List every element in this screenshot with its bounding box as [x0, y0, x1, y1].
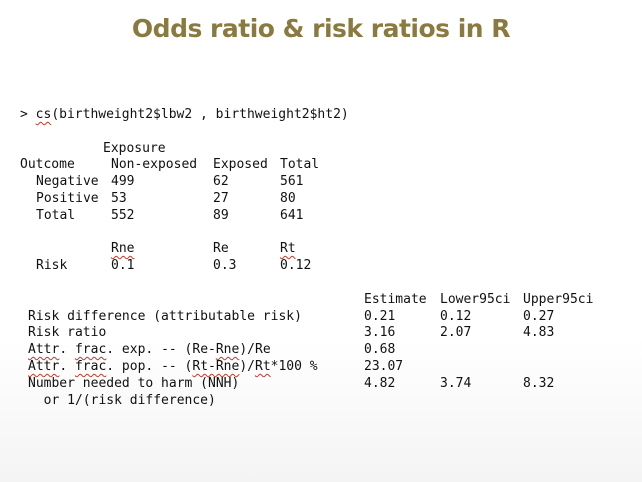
- est-label-risk-ratio: Risk ratio: [28, 325, 107, 340]
- prompt-symbol: >: [20, 107, 28, 122]
- est-value-estimate: 4.82: [364, 376, 396, 391]
- label-part: )/Re: [239, 342, 271, 357]
- cell-negative-exposed: 62: [213, 174, 229, 189]
- cell-negative-non-exposed: 499: [111, 174, 135, 189]
- est-value-estimate: 23.07: [364, 359, 404, 374]
- est-value-lower: 3.74: [440, 376, 472, 391]
- risk-value-rne: 0.1: [111, 258, 135, 273]
- col-label-total: Total: [280, 157, 320, 172]
- label-part: .: [59, 342, 75, 357]
- command-line: > cs(birthweight2$lbw2 , birthweight2$ht…: [20, 106, 349, 123]
- slide: Odds ratio & risk ratios in R > cs(birth…: [0, 0, 642, 482]
- command-args: (birthweight2$lbw2 , birthweight2$ht2): [51, 107, 349, 122]
- label-part: frac: [74, 359, 107, 374]
- est-value-estimate: 3.16: [364, 325, 396, 340]
- row-label-total: Total: [36, 208, 76, 223]
- est-value-estimate: 0.21: [364, 309, 396, 324]
- risk-value-rt: 0.12: [280, 258, 312, 273]
- col-label-non-exposed: Non-exposed: [111, 157, 198, 172]
- est-value-lower: 2.07: [440, 325, 472, 340]
- est-label-risk-difference: Risk difference (attributable risk): [28, 309, 302, 324]
- slide-title: Odds ratio & risk ratios in R: [131, 14, 511, 43]
- row-label-positive: Positive: [36, 191, 99, 206]
- est-header-estimate: Estimate: [364, 292, 427, 307]
- cell-total-total: 641: [280, 208, 304, 223]
- est-label-nnh: Number needed to harm (NNH): [28, 376, 240, 391]
- est-header-lower95ci: Lower95ci: [440, 292, 511, 307]
- cell-total-exposed: 89: [213, 208, 229, 223]
- row-label-negative: Negative: [36, 174, 99, 189]
- label-part: Rne: [215, 342, 240, 357]
- label-part: . exp. -- (Re-: [106, 342, 216, 357]
- est-value-upper: 0.27: [523, 309, 555, 324]
- command-function: cs: [35, 107, 52, 122]
- cell-total-non-exposed: 552: [111, 208, 135, 223]
- cell-positive-non-exposed: 53: [111, 191, 127, 206]
- risk-header-rne: Rne: [111, 241, 135, 256]
- label-part: Attr: [28, 342, 60, 357]
- est-label-attr-frac-pop: Attr. frac. pop. -- (Rt-Rne)/Rt*100 %: [28, 358, 318, 375]
- label-part: . pop. -- (: [106, 359, 193, 374]
- est-header-upper95ci: Upper95ci: [523, 292, 594, 307]
- label-part: Rt: [255, 359, 271, 374]
- label-part: )/: [239, 359, 255, 374]
- cell-positive-total: 80: [280, 191, 296, 206]
- risk-label: Risk: [36, 258, 68, 273]
- col-label-exposed: Exposed: [213, 157, 268, 172]
- risk-header-re: Re: [213, 241, 229, 256]
- col-label-outcome: Outcome: [20, 157, 75, 172]
- est-value-upper: 4.83: [523, 325, 555, 340]
- label-part: Attr: [28, 359, 60, 374]
- label-part: .: [59, 359, 75, 374]
- risk-value-re: 0.3: [213, 258, 237, 273]
- est-label-nnh-note: or 1/(risk difference): [28, 393, 216, 408]
- risk-header-rt: Rt: [280, 241, 296, 256]
- est-label-attr-frac-exp: Attr. frac. exp. -- (Re-Rne)/Re: [28, 341, 271, 358]
- label-part: frac: [74, 342, 107, 357]
- est-value-lower: 0.12: [440, 309, 472, 324]
- label-part: Rt-Rne: [192, 359, 240, 374]
- cell-positive-exposed: 27: [213, 191, 229, 206]
- est-value-upper: 8.32: [523, 376, 555, 391]
- cell-negative-total: 561: [280, 174, 304, 189]
- est-value-estimate: 0.68: [364, 342, 396, 357]
- exposure-header: Exposure: [103, 141, 166, 156]
- label-part: *100 %: [270, 359, 318, 374]
